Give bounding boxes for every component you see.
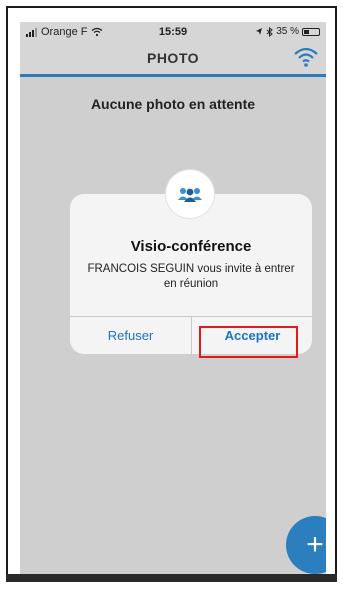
device-frame: Orange F 15:59 35 % PHOTO Aucune photo e… (6, 6, 337, 582)
refuse-button[interactable]: Refuser (70, 317, 191, 354)
page-title: PHOTO (146, 50, 200, 66)
empty-state-message: Aucune photo en attente (90, 96, 256, 112)
status-right: 35 % (255, 26, 320, 37)
wifi-icon[interactable] (294, 47, 318, 67)
bluetooth-icon (266, 26, 274, 37)
phone-screen: Orange F 15:59 35 % PHOTO Aucune photo e… (20, 22, 326, 574)
dialog-title: Visio-conférence (130, 238, 252, 255)
plus-icon: + (306, 528, 324, 561)
location-icon (256, 28, 263, 35)
dialog-message: FRANCOIS SEGUIN vous invite à entrer en … (87, 263, 295, 290)
battery-percent: 35 % (276, 26, 299, 37)
accept-highlight-box (199, 326, 298, 358)
frame-bottom-edge (6, 574, 337, 582)
battery-fill (304, 29, 309, 34)
battery-icon (302, 27, 320, 36)
add-photo-button[interactable]: + (286, 516, 326, 574)
status-bar: Orange F 15:59 35 % (20, 22, 326, 42)
nav-bar: PHOTO (20, 42, 326, 77)
people-icon (166, 170, 214, 218)
